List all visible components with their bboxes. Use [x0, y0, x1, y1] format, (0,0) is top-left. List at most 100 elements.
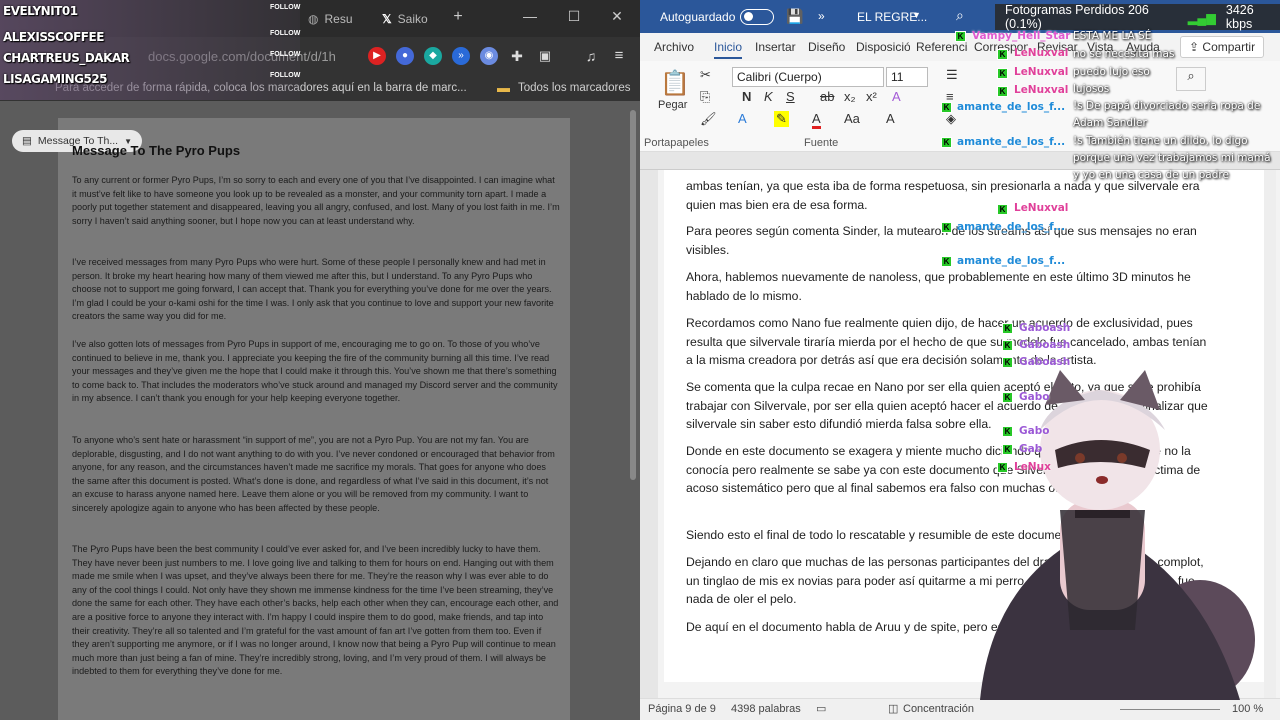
chat-username: LeNuxval — [1014, 202, 1069, 214]
search-icon[interactable]: ⌕ — [956, 7, 964, 24]
media-music-icon[interactable]: ♫ — [582, 47, 600, 65]
tab-insertar[interactable]: Insertar — [755, 40, 796, 54]
tab-archivo[interactable]: Archivo — [654, 40, 694, 54]
overlay-viewer-name: LISAGAMING525 — [3, 72, 108, 86]
change-case-icon[interactable]: Aa — [844, 111, 860, 126]
chat-username: amante_de_los_f... — [957, 101, 1066, 113]
autosave-label: Autoguardado — [660, 10, 736, 24]
font-group-label: Fuente — [804, 137, 839, 149]
chat-badge-icon: K — [941, 256, 952, 267]
chevron-down-icon[interactable]: ▼ — [912, 10, 921, 20]
chat-badge-icon: K — [997, 204, 1008, 215]
chat-username: LeNuxval — [1014, 84, 1069, 96]
overlay-follow-tag: FOLLOW — [270, 51, 301, 58]
new-tab-icon[interactable]: + — [448, 8, 468, 26]
gdoc-title: Message To The Pyro Pups — [72, 143, 241, 158]
scrollbar[interactable] — [630, 110, 636, 480]
underline-button[interactable]: S — [786, 89, 795, 104]
chat-username: LeNuxval — [1014, 66, 1069, 78]
menu-icon[interactable]: ≡ — [610, 47, 628, 65]
chat-badge-icon: K — [1002, 426, 1013, 437]
gdoc-paragraph: I’ve also gotten lots of messages from P… — [72, 339, 558, 404]
chat-username: LeNuxval — [1014, 47, 1069, 59]
overlay-viewer-name: ALEXISSCOFFEE — [3, 30, 104, 44]
extension-icon[interactable]: ◆ — [424, 47, 442, 65]
paste-icon[interactable]: 📋 — [660, 69, 690, 98]
bitrate: 3426 kbps — [1225, 3, 1254, 31]
superscript-button[interactable]: x² — [866, 89, 877, 104]
chat-badge-icon: K — [1002, 323, 1013, 334]
clear-format-icon[interactable]: A — [892, 89, 901, 104]
chat-badge-icon: K — [941, 102, 952, 113]
chat-message: !s También tiene un dildo, lo digo porqu… — [1073, 135, 1271, 181]
tab-diseno[interactable]: Diseño — [808, 40, 845, 54]
subscript-button[interactable]: x₂ — [844, 89, 856, 104]
bullets-icon[interactable]: ☰ — [946, 67, 958, 83]
extension-icon[interactable]: ▶ — [368, 47, 386, 65]
save-icon[interactable]: 💾 — [786, 8, 803, 25]
extensions-puzzle-icon[interactable]: ✚ — [508, 47, 526, 65]
chat-badge-icon: K — [997, 462, 1008, 473]
extension-icon[interactable]: ◉ — [480, 47, 498, 65]
bold-button[interactable]: N — [742, 89, 751, 104]
chat-username: amante_de_los_f... — [957, 221, 1066, 233]
chat-username: amante_de_los_f... — [957, 255, 1066, 267]
extension-icon[interactable]: » — [452, 47, 470, 65]
folder-icon: ▬ — [497, 80, 510, 95]
chat-message: lujosos — [1073, 83, 1110, 95]
screenshot-icon[interactable]: ▣ — [536, 47, 554, 65]
copy-icon[interactable]: ⎘ — [700, 89, 710, 105]
italic-button[interactable]: K — [764, 89, 773, 104]
word-count[interactable]: 4398 palabras — [731, 703, 801, 715]
overlay-viewer-name: CHARTREUS_DAKAR — [3, 51, 130, 65]
tab-disposicion[interactable]: Disposición — [856, 40, 910, 54]
chat-badge-icon: K — [941, 222, 952, 233]
chat-badge-icon: K — [941, 137, 952, 148]
word-paragraph: Recordamos como Nano fue realmente quien… — [686, 316, 1207, 367]
text-effects-icon[interactable]: A — [738, 111, 747, 126]
clipboard-group-label: Portapapeles — [644, 137, 709, 149]
focus-icon[interactable]: ◫ — [888, 702, 898, 715]
highlight-icon[interactable]: ✎ — [774, 111, 789, 127]
tab-resumen[interactable]: ◍ Resu — [308, 6, 353, 32]
proofing-icon[interactable]: ▭ — [816, 702, 826, 715]
font-size-select[interactable]: 11 — [886, 67, 928, 87]
more-commands-icon[interactable]: » — [818, 9, 825, 23]
close-icon[interactable]: ✕ — [607, 8, 627, 25]
all-bookmarks-link[interactable]: Todos los marcadores — [518, 82, 631, 94]
signal-bars-icon: ▂▄▆ — [1187, 10, 1216, 25]
tab-inicio[interactable]: Inicio — [714, 40, 743, 59]
dropped-frames: Fotogramas Perdidos 206 (0.1%) — [1005, 3, 1149, 31]
word-paragraph: Ahora, hablemos nuevamente de nanoless, … — [686, 270, 1191, 303]
chat-username: Gabo — [1019, 425, 1050, 437]
tab-label: Resu — [324, 12, 353, 26]
chat-username: Gabo — [1019, 391, 1050, 403]
page-count[interactable]: Página 9 de 9 — [648, 703, 716, 715]
font-color-icon[interactable]: A — [812, 111, 821, 129]
overlay-follow-tag: FOLLOW — [270, 30, 301, 37]
vtuber-avatar — [980, 370, 1255, 700]
gdoc-paragraph: To any current or former Pyro Pups, I’m … — [72, 175, 560, 226]
shading-icon[interactable]: ◈ — [946, 111, 956, 127]
strikethrough-button[interactable]: ab — [820, 89, 834, 104]
extension-icon[interactable]: ● — [396, 47, 414, 65]
scrollbar[interactable] — [1264, 170, 1276, 698]
chat-badge-icon: K — [1002, 340, 1013, 351]
chat-badge-icon: K — [1002, 444, 1013, 455]
maximize-icon[interactable]: ☐ — [564, 8, 584, 25]
tab-saiko[interactable]: 𝕏 Saiko — [382, 6, 428, 32]
document-outline-icon: ▤ — [22, 135, 32, 147]
vertical-ruler — [640, 170, 658, 698]
chat-message: no se necesita mas — [1073, 48, 1175, 60]
format-painter-icon[interactable]: 🖌 — [700, 111, 717, 127]
tab-referencias[interactable]: Referencias — [916, 40, 968, 54]
font-name-select[interactable]: Calibri (Cuerpo) — [732, 67, 884, 87]
chat-username: Gaboash — [1019, 322, 1071, 334]
paste-label[interactable]: Pegar — [658, 99, 687, 111]
chat-badge-icon: K — [1002, 392, 1013, 403]
minimize-icon[interactable]: — — [520, 8, 540, 24]
autosave-toggle[interactable] — [740, 9, 774, 25]
grow-font-icon[interactable]: A — [886, 111, 895, 126]
chat-username: Gaboash — [1019, 339, 1071, 351]
cut-icon[interactable]: ✂ — [700, 67, 711, 83]
